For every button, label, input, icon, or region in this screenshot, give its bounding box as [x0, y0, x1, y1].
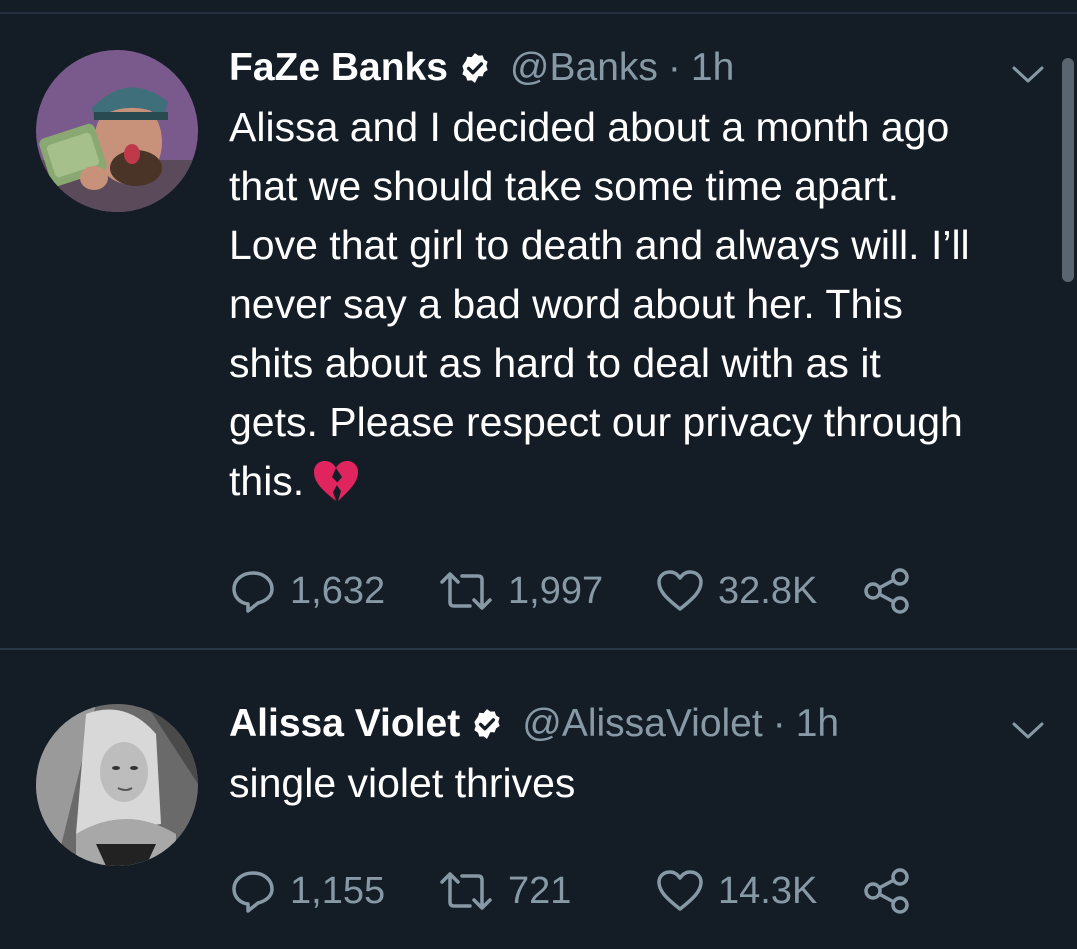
tweet-text-line: gets. Please respect our privacy through: [229, 399, 963, 445]
like-count: 32.8K: [718, 569, 818, 612]
reply-icon: [232, 571, 274, 613]
reply-count: 1,155: [290, 869, 386, 912]
retweet-button[interactable]: 721: [438, 866, 571, 916]
verified-badge-icon: [474, 709, 500, 739]
reply-count: 1,632: [290, 569, 386, 612]
chevron-down-icon[interactable]: [1010, 62, 1046, 86]
retweet-count: 721: [508, 869, 572, 912]
tweet-text: single violet thrives: [229, 754, 575, 813]
tweet-header: Alissa Violet @AlissaViolet · 1h: [229, 698, 839, 750]
tweet-text-line: shits about as hard to deal with as it: [229, 340, 881, 386]
timestamp[interactable]: 1h: [691, 46, 734, 90]
separator: ·: [667, 46, 681, 89]
tweet-text-line: this.: [229, 458, 305, 504]
reply-button[interactable]: 1,632: [230, 566, 385, 616]
display-name[interactable]: Alissa Violet: [229, 702, 460, 746]
tweet-text-line: never say a bad word about her. This: [229, 281, 903, 327]
retweet-button[interactable]: 1,997: [438, 566, 603, 616]
chevron-down-icon[interactable]: [1010, 718, 1046, 742]
share-icon: [864, 568, 909, 614]
like-button[interactable]: 32.8K: [656, 566, 817, 616]
broken-heart-icon: [314, 461, 359, 501]
reply-button[interactable]: 1,155: [230, 866, 385, 916]
tweet-text: Alissa and I decided about a month ago t…: [229, 98, 970, 511]
share-button[interactable]: [862, 866, 912, 916]
display-name[interactable]: FaZe Banks: [229, 46, 448, 90]
share-button[interactable]: [862, 566, 912, 616]
heart-icon: [657, 870, 703, 911]
verified-badge-icon: [462, 53, 488, 83]
user-handle[interactable]: @Banks: [510, 46, 658, 90]
tweet-1[interactable]: FaZe Banks @Banks · 1h Alissa and I deci…: [0, 0, 1077, 648]
retweet-count: 1,997: [508, 569, 604, 612]
retweet-icon: [440, 572, 492, 610]
user-handle[interactable]: @AlissaViolet: [522, 702, 762, 746]
separator: ·: [772, 702, 786, 745]
timestamp[interactable]: 1h: [796, 702, 839, 746]
tweet-header: FaZe Banks @Banks · 1h: [229, 42, 734, 94]
tweet-actions: 1,632 1,997 32.8K: [230, 566, 930, 616]
avatar-faze-banks[interactable]: [36, 50, 198, 212]
retweet-icon: [440, 872, 492, 910]
like-button[interactable]: 14.3K: [656, 866, 817, 916]
tweet-text-line: single violet thrives: [229, 760, 576, 806]
avatar-alissa-violet[interactable]: [36, 704, 198, 866]
reply-icon: [232, 871, 274, 913]
tweet-actions: 1,155 721 14.3K: [230, 866, 930, 916]
like-count: 14.3K: [718, 869, 818, 912]
heart-icon: [657, 570, 703, 611]
tweet-text-line: Love that girl to death and always will.…: [229, 222, 970, 268]
tweet-2[interactable]: Alissa Violet @AlissaViolet · 1h single …: [0, 650, 1077, 949]
tweet-text-line: Alissa and I decided about a month ago: [229, 104, 950, 150]
share-icon: [864, 868, 909, 914]
tweet-text-line: that we should take some time apart.: [229, 163, 900, 209]
